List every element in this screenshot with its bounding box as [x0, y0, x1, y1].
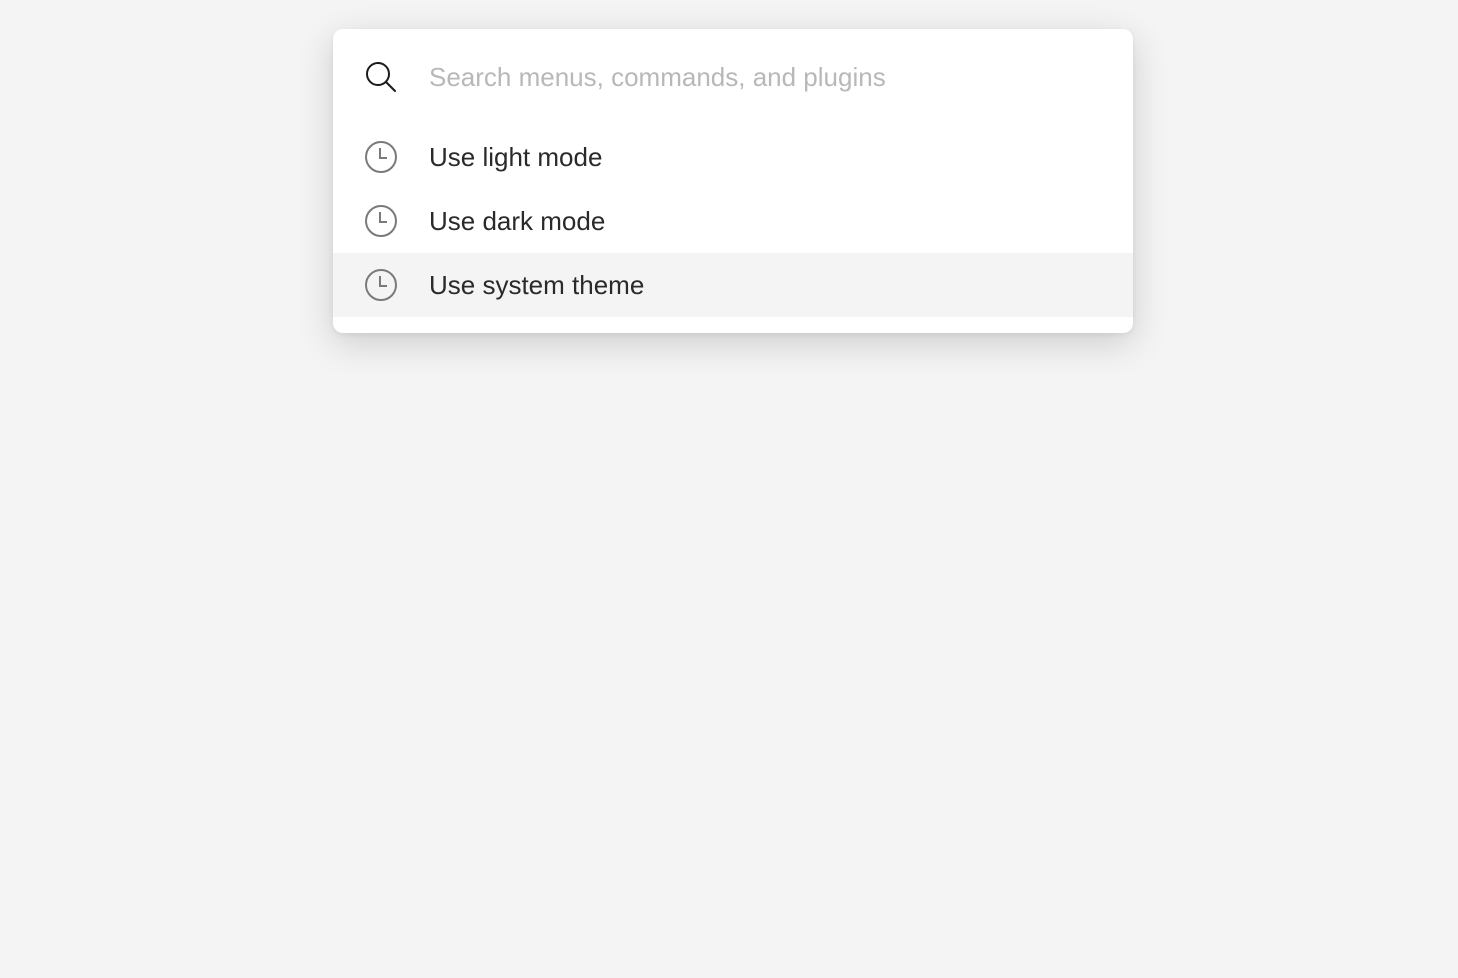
command-item-light-mode[interactable]: Use light mode — [333, 125, 1133, 189]
command-list: Use light mode Use dark mode Use system … — [333, 125, 1133, 317]
clock-icon — [365, 141, 397, 173]
command-palette: Use light mode Use dark mode Use system … — [333, 29, 1133, 333]
command-item-label: Use system theme — [429, 270, 645, 300]
command-item-system-theme[interactable]: Use system theme — [333, 253, 1133, 317]
command-item-label: Use light mode — [429, 142, 603, 172]
clock-icon — [365, 205, 397, 237]
command-item-dark-mode[interactable]: Use dark mode — [333, 189, 1133, 253]
search-icon — [366, 62, 396, 92]
search-input[interactable] — [429, 57, 1109, 97]
clock-icon — [365, 269, 397, 301]
search-row — [333, 29, 1133, 126]
command-item-label: Use dark mode — [429, 206, 606, 236]
